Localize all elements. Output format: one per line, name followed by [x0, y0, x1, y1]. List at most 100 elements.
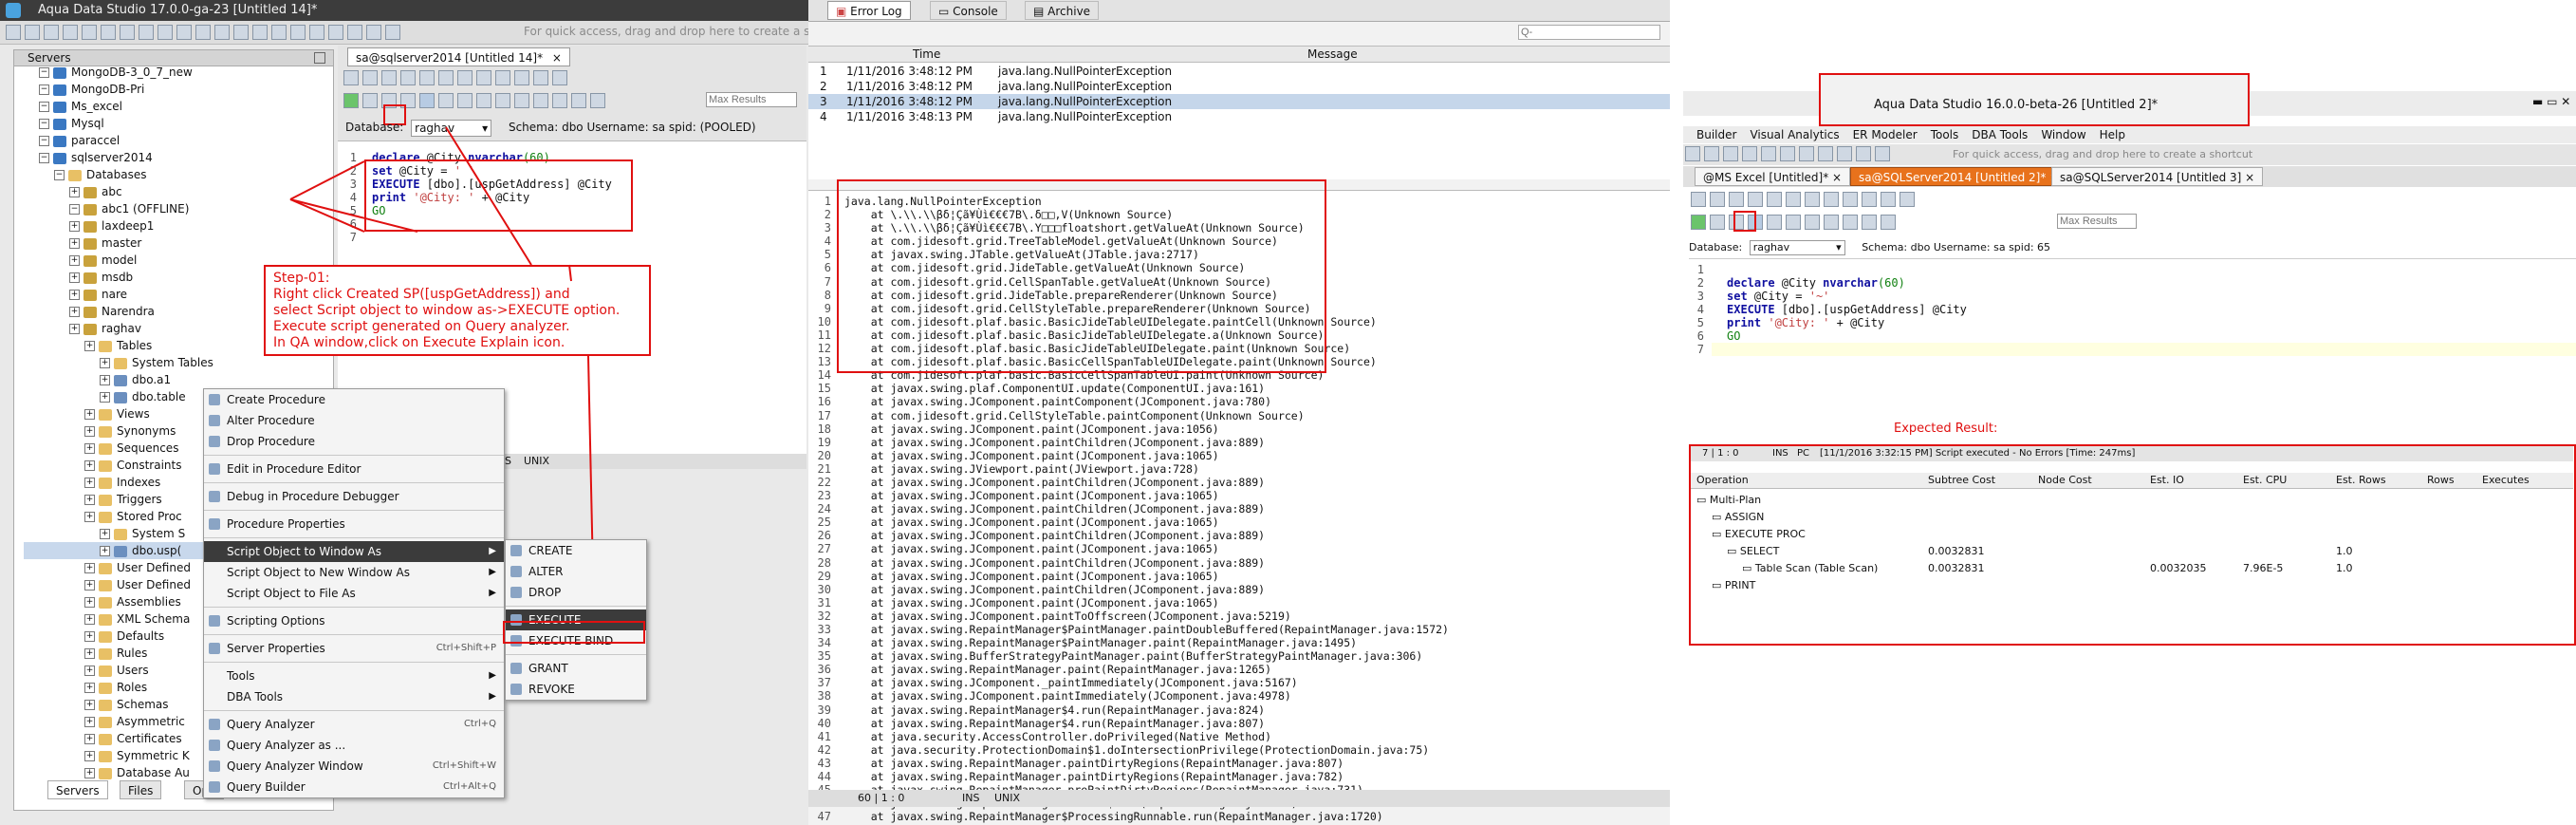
- menu-item[interactable]: Query Analyzer Ctrl+Q: [204, 714, 504, 735]
- menu-item[interactable]: REVOKE: [506, 679, 646, 700]
- menubar-item[interactable]: Builder: [1696, 128, 1736, 141]
- tab-error-log[interactable]: ▣ Error Log: [827, 1, 911, 20]
- stack-line-numbers: 1 2 3 4 5 6 7 8 9 10 11 12 13 14 15 16 17 18 19 20 21 22 23 24 2…: [808, 195, 831, 823]
- right-editor-undo-icon[interactable]: [1843, 192, 1858, 207]
- plan-column-header[interactable]: Rows: [2427, 473, 2455, 488]
- menubar-item[interactable]: Window: [2041, 128, 2085, 141]
- right-window-controls[interactable]: ▬ ▭ ✕: [2532, 95, 2570, 108]
- right-rollback-icon[interactable]: [1805, 215, 1820, 230]
- menu-item[interactable]: Script Object to New Window As ▶: [204, 562, 504, 583]
- table-row[interactable]: 3 1/11/2016 3:48:12 PM java.lang.NullPoint…: [808, 94, 1670, 109]
- right-tile-icon[interactable]: [1856, 146, 1871, 161]
- table-row[interactable]: 1 1/11/2016 3:48:12 PM java.lang.NullPoint…: [808, 64, 1670, 79]
- menu-item-label: Server Properties: [227, 642, 325, 655]
- middle-statusbar: 60 | 1 : 0 INS UNIX: [808, 790, 1670, 807]
- right-editor-find-icon[interactable]: [1767, 192, 1782, 207]
- plan-row[interactable]: ▭ EXECUTE PROC: [1691, 526, 2573, 543]
- plan-row[interactable]: ▭ PRINT: [1691, 577, 2573, 594]
- menu-item[interactable]: Query Analyzer Window Ctrl+Shift+W: [204, 756, 504, 777]
- right-quick-access[interactable]: For quick access, drag and drop here to …: [1953, 148, 2252, 160]
- menu-item-icon: [209, 781, 220, 793]
- right-tab-untitled-3[interactable]: sa@SQLServer2014 [Untitled 3] ×: [2051, 167, 2264, 186]
- menu-item[interactable]: Alter Procedure: [204, 410, 504, 431]
- menubar-item[interactable]: Tools: [1931, 128, 1959, 141]
- menu-item[interactable]: Query Analyzer as ...: [204, 735, 504, 756]
- plan-row[interactable]: ▭ SELECT 0.0032831 1.0: [1691, 543, 2573, 560]
- menu-item[interactable]: ALTER: [506, 561, 646, 582]
- menu-item[interactable]: Server Properties Ctrl+Shift+P: [204, 638, 504, 659]
- right-results-grid-icon[interactable]: [1824, 215, 1839, 230]
- plan-column-header[interactable]: Est. CPU: [2243, 473, 2287, 488]
- plan-column-header[interactable]: Executes: [2482, 473, 2530, 488]
- menu-item[interactable]: Script Object to File As ▶: [204, 583, 504, 604]
- plan-row[interactable]: ▭ ASSIGN: [1691, 509, 2573, 526]
- right-layout-icon[interactable]: [1780, 146, 1795, 161]
- plan-cell-rows: 1.0: [2336, 545, 2353, 557]
- menu-item[interactable]: CREATE: [506, 540, 646, 561]
- tab-console[interactable]: ▭ Console: [930, 1, 1007, 20]
- right-save-icon[interactable]: [1723, 146, 1738, 161]
- right-window-icon[interactable]: [1837, 146, 1852, 161]
- right-execute-icon[interactable]: [1691, 215, 1706, 230]
- right-results-text-icon[interactable]: [1843, 215, 1858, 230]
- right-new-icon[interactable]: [1685, 146, 1700, 161]
- right-editor-paste-icon[interactable]: [1824, 192, 1839, 207]
- right-max-results-input[interactable]: [2057, 214, 2137, 229]
- right-query-icon[interactable]: [1742, 146, 1757, 161]
- table-row[interactable]: 2 1/11/2016 3:48:12 PM java.lang.NullPoint…: [808, 79, 1670, 94]
- right-editor-print-icon[interactable]: [1748, 192, 1763, 207]
- right-format-icon[interactable]: [1881, 215, 1896, 230]
- menu-item[interactable]: DROP: [506, 582, 646, 603]
- menubar-item[interactable]: Help: [2100, 128, 2125, 141]
- plan-column-header[interactable]: Est. Rows: [2336, 473, 2386, 488]
- right-results-panel-icon[interactable]: [1862, 215, 1877, 230]
- right-execute-current-icon[interactable]: [1710, 215, 1725, 230]
- right-editor-redo-icon[interactable]: [1862, 192, 1877, 207]
- right-db-select[interactable]: raghav ▾: [1749, 240, 1845, 255]
- right-editor-back-icon[interactable]: [1881, 192, 1896, 207]
- folder-icon: ▭: [1712, 511, 1725, 523]
- menu-item[interactable]: Query Builder Ctrl+Alt+Q: [204, 777, 504, 797]
- menu-item[interactable]: GRANT: [506, 658, 646, 679]
- right-panel-icon[interactable]: [1818, 146, 1833, 161]
- plan-row[interactable]: ▭ Table Scan (Table Scan) 0.0032831 0.0032…: [1691, 560, 2573, 577]
- table-row[interactable]: 4 1/11/2016 3:48:13 PM java.lang.NullPoint…: [808, 109, 1670, 124]
- menu-shortcut: Ctrl+Alt+Q: [443, 781, 496, 792]
- right-editor-save-icon[interactable]: [1729, 192, 1744, 207]
- menu-item[interactable]: Create Procedure: [204, 389, 504, 410]
- menu-item[interactable]: Drop Procedure: [204, 431, 504, 452]
- menubar-item[interactable]: DBA Tools: [1972, 128, 2028, 141]
- right-editor-cut-icon[interactable]: [1786, 192, 1801, 207]
- menu-item-label: Edit in Procedure Editor: [227, 462, 361, 476]
- right-server-icon[interactable]: [1761, 146, 1776, 161]
- right-cascade-icon[interactable]: [1875, 146, 1890, 161]
- right-stop-icon[interactable]: [1767, 215, 1782, 230]
- right-editor-copy-icon[interactable]: [1805, 192, 1820, 207]
- right-code-editor[interactable]: 1234567 declare @City nvarchar(60) set @C…: [1689, 258, 2576, 441]
- menu-item[interactable]: Debug in Procedure Debugger: [204, 486, 504, 507]
- tab-archive[interactable]: ▤ Archive: [1025, 1, 1100, 20]
- plan-column-header[interactable]: Subtree Cost: [1928, 473, 1995, 488]
- plan-row[interactable]: ▭ Multi-Plan: [1691, 492, 2573, 509]
- right-editor-forward-icon[interactable]: [1900, 192, 1915, 207]
- menu-item[interactable]: Script Object to Window As ▶: [204, 541, 504, 562]
- right-grid-icon[interactable]: [1799, 146, 1814, 161]
- plan-column-header[interactable]: Est. IO: [2150, 473, 2184, 488]
- menu-item[interactable]: DBA Tools ▶: [204, 686, 504, 707]
- right-editor-new-icon[interactable]: [1691, 192, 1706, 207]
- menu-item[interactable]: Edit in Procedure Editor: [204, 459, 504, 479]
- right-commit-icon[interactable]: [1786, 215, 1801, 230]
- plan-column-header[interactable]: Node Cost: [2038, 473, 2092, 488]
- menu-item[interactable]: Tools ▶: [204, 666, 504, 686]
- right-open-icon[interactable]: [1704, 146, 1719, 161]
- menubar-item[interactable]: ER Modeler: [1853, 128, 1918, 141]
- right-tab-untitled-2[interactable]: sa@SQLServer2014 [Untitled 2]* ×: [1850, 167, 2068, 186]
- right-tab-ms-excel[interactable]: @MS Excel [Untitled]* ×: [1695, 167, 1851, 186]
- middle-search-input[interactable]: [1518, 25, 1660, 40]
- right-editor-open-icon[interactable]: [1710, 192, 1725, 207]
- menubar-item[interactable]: Visual Analytics: [1750, 128, 1839, 141]
- execute-option-highlight: [503, 621, 645, 644]
- menu-item[interactable]: Procedure Properties: [204, 514, 504, 534]
- plan-column-header[interactable]: Operation: [1696, 473, 1749, 488]
- menu-item[interactable]: Scripting Options: [204, 610, 504, 631]
